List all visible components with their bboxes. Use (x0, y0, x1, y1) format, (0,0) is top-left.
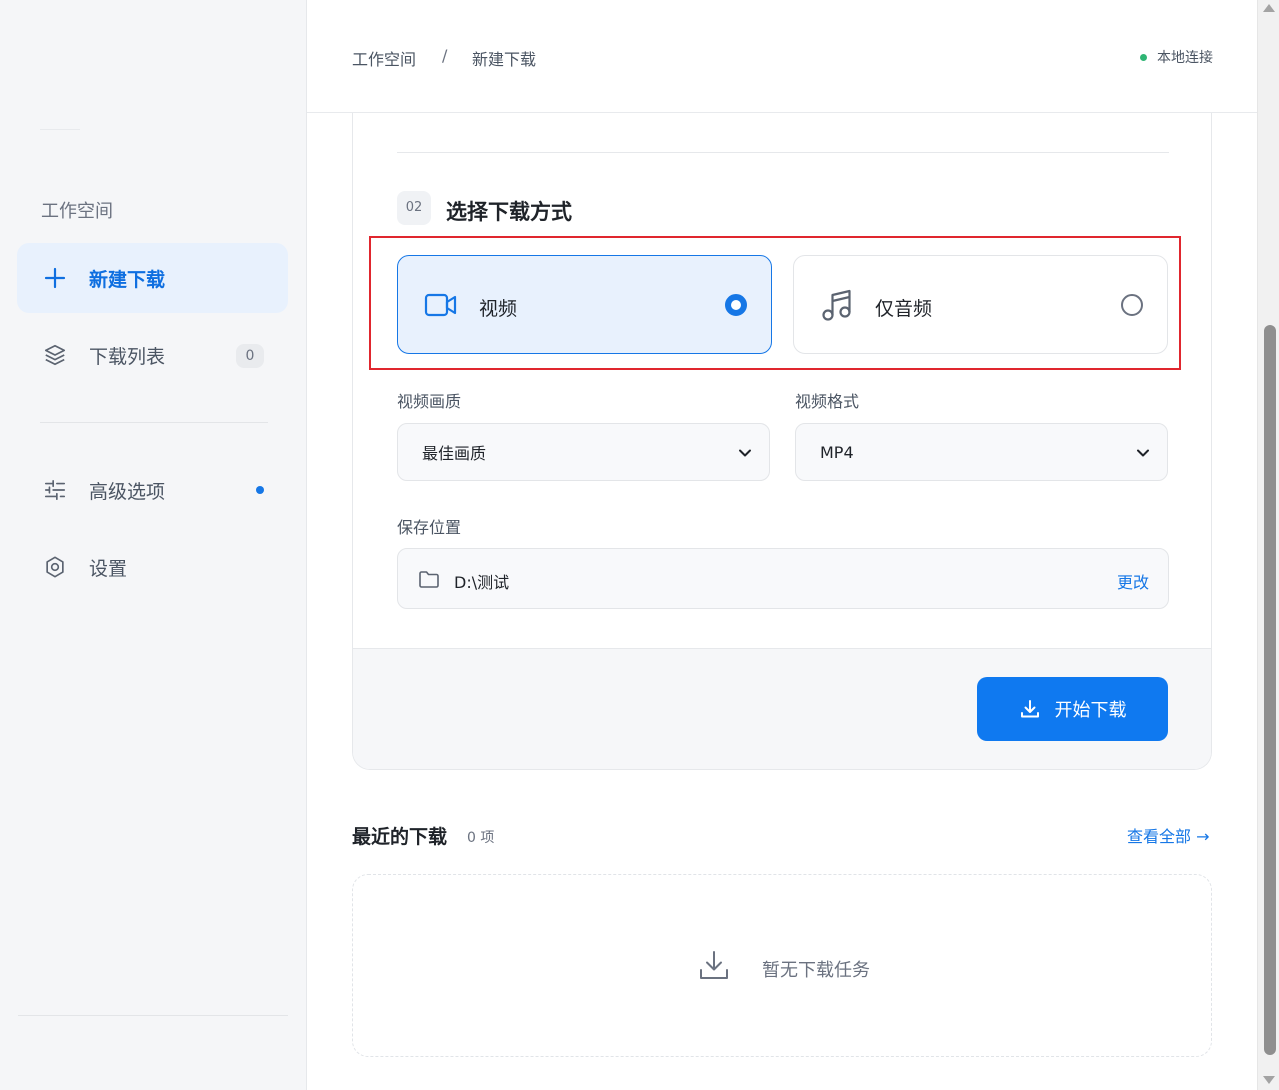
format-select[interactable]: MP4 (795, 423, 1168, 481)
header: 工作空间 / 新建下载 本地连接 (307, 0, 1257, 113)
empty-state-text: 暂无下载任务 (762, 960, 870, 981)
quality-label: 视频画质 (397, 392, 462, 411)
sidebar-item-label: 高级选项 (89, 480, 166, 503)
count-badge: 0 (236, 344, 264, 368)
sliders-icon (43, 478, 67, 502)
save-location-field: D:\测试 更改 (397, 548, 1169, 609)
start-download-button[interactable]: 开始下载 (977, 677, 1168, 741)
recent-downloads-title: 最近的下载 (352, 826, 448, 848)
sidebar-bottom-divider (18, 1015, 288, 1016)
save-location-label: 保存位置 (397, 518, 462, 537)
option-label: 视频 (479, 298, 518, 320)
option-video[interactable]: 视频 (397, 255, 772, 354)
empty-downloads-panel: 暂无下载任务 (352, 874, 1212, 1057)
option-label: 仅音频 (875, 298, 933, 320)
save-path: D:\测试 (454, 573, 510, 592)
breadcrumb-current: 新建下载 (472, 50, 537, 69)
step-number-badge: 02 (397, 191, 431, 225)
breadcrumb-workspace[interactable]: 工作空间 (352, 46, 416, 70)
sidebar-item-settings[interactable]: 设置 (17, 532, 288, 602)
sidebar-item-label: 下载列表 (89, 345, 166, 368)
quality-value: 最佳画质 (422, 444, 487, 463)
folder-icon (419, 571, 439, 588)
section-divider (397, 152, 1169, 153)
change-location-link[interactable]: 更改 (1117, 569, 1149, 593)
scrollbar-thumb[interactable] (1264, 325, 1276, 1055)
sidebar-item-advanced-options[interactable]: 高级选项 (17, 455, 288, 525)
breadcrumb-separator: / (442, 46, 448, 65)
music-note-icon (820, 288, 854, 322)
download-icon (1020, 700, 1039, 718)
radio-selected[interactable] (725, 294, 747, 316)
sidebar-item-new-download[interactable]: 新建下载 (17, 243, 288, 313)
connection-status: 本地连接 (1140, 47, 1213, 67)
format-value: MP4 (820, 442, 854, 462)
sidebar-item-download-list[interactable]: 下载列表 0 (17, 320, 288, 390)
chevron-down-icon (739, 449, 751, 457)
download-card: 02 选择下载方式 视频 仅音频 视频画质 视频格式 最佳画质 MP4 保存位置… (352, 113, 1212, 770)
start-download-label: 开始下载 (1054, 700, 1127, 721)
sidebar-item-label: 新建下载 (89, 268, 166, 291)
chevron-down-icon (1137, 449, 1149, 457)
sidebar-item-label: 设置 (89, 557, 128, 580)
view-all-link[interactable]: 查看全部 → (1127, 823, 1210, 847)
format-label: 视频格式 (795, 392, 860, 411)
step-title: 选择下载方式 (446, 200, 572, 224)
logo-placeholder (40, 129, 80, 130)
card-footer: 开始下载 (353, 648, 1211, 769)
video-camera-icon (424, 288, 458, 322)
notification-dot (256, 486, 264, 494)
status-dot (1140, 53, 1147, 61)
option-audio-only[interactable]: 仅音频 (793, 255, 1168, 354)
radio-unselected[interactable] (1121, 294, 1143, 316)
sidebar-section-label: 工作空间 (41, 201, 113, 222)
layers-icon (43, 343, 67, 367)
recent-downloads-count: 0 项 (467, 830, 495, 846)
scroll-up-arrow-icon[interactable] (1263, 4, 1275, 12)
status-text: 本地连接 (1157, 50, 1213, 66)
plus-icon (43, 266, 67, 290)
scroll-down-arrow-icon[interactable] (1263, 1076, 1275, 1084)
gear-icon (43, 555, 67, 579)
download-icon (700, 951, 728, 979)
quality-select[interactable]: 最佳画质 (397, 423, 770, 481)
vertical-scrollbar[interactable] (1257, 0, 1279, 1090)
sidebar-divider (40, 422, 268, 423)
sidebar: 工作空间 新建下载 下载列表 0 高级选项 设置 (0, 0, 307, 1090)
